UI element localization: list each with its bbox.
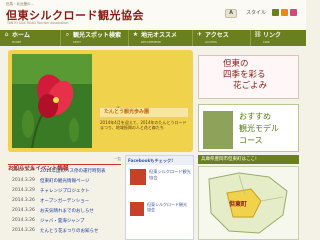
facebook-post-avatar[interactable] (130, 202, 144, 216)
news-date: 2014.3.26 (12, 228, 35, 233)
news-title[interactable]: オープンガーデンショー (40, 198, 120, 204)
nav-label: 観光スポット検索 (73, 32, 122, 39)
banner-title-1: おすすめ (239, 112, 271, 121)
facebook-post-name[interactable]: 但東シルクロード観光協会 (147, 202, 190, 212)
hero-label: たんとう観光歩み園 (100, 108, 188, 117)
news-title[interactable]: ジャバ・雲海ジャンプ (40, 218, 120, 224)
nav-sub: HOME (12, 40, 22, 44)
location-heading: 兵庫県豊岡市但東町はここ! (198, 155, 299, 164)
news-item[interactable]: 2014.3.29 チャレンジプロジェクト (8, 187, 121, 196)
nav-label: アクセス (205, 32, 229, 39)
car-icon: ✈ (196, 31, 203, 38)
news-title[interactable]: チャレンジプロジェクト (40, 188, 120, 194)
nav-sub: LINK (263, 40, 270, 44)
nav-sub: RECOMMEND (141, 40, 162, 44)
news-section: お知らせ＆イベント情報 一覧 2014.3.29 2014年度のバス停の運行時刻… (8, 155, 121, 240)
nav-sub: SPOT (73, 40, 81, 44)
nav-item-spot[interactable]: ⌕ 観光スポット検索 SPOT (60, 30, 128, 46)
news-item[interactable]: 2014.3.26 お天気晴れまでのおしらせ (8, 207, 121, 216)
nav-item-recommend[interactable]: ★ 地元オススメ RECOMMEND (128, 30, 192, 46)
home-icon: ⌂ (4, 31, 9, 38)
banner-title-1: 但東の (223, 59, 249, 69)
news-title[interactable]: 2014年度のバス停の運行時刻表 (40, 168, 120, 174)
news-title[interactable]: 但東町の観光情報ページ (40, 178, 120, 184)
news-item[interactable]: 2014.3.29 2014年度のバス停の運行時刻表 (8, 167, 121, 176)
style-label: スタイル (246, 10, 267, 16)
facebook-page-name[interactable]: 但東シルクロード観光協会 (149, 169, 193, 180)
banner-title-2: 四季を彩る (223, 70, 266, 80)
news-date: 2014.3.29 (12, 178, 35, 183)
map-label: 但東町 (229, 201, 248, 208)
hero-text: 2014年4月を迎えて、2014年のたんとうロードまつり、地域振興の人と花と森た… (100, 120, 187, 131)
star-icon: ★ (132, 31, 139, 38)
news-date: 2014.3.26 (12, 208, 35, 213)
hero-flower-image (12, 54, 92, 148)
text-size-button[interactable]: A (225, 9, 237, 18)
model-course-banner[interactable]: おすすめ 観光モデル コース (198, 104, 299, 152)
news-title[interactable]: たんとう花まつりのお知らせ (40, 228, 120, 234)
banner-title-3: コース (239, 136, 263, 145)
news-more-link[interactable]: 一覧 (114, 157, 121, 162)
model-course-photo (203, 111, 233, 149)
search-icon: ⌕ (65, 31, 70, 38)
facebook-heading: Facebookもチェック! (126, 156, 193, 165)
link-icon: ⛓ (254, 31, 262, 38)
seasonal-flowers-banner[interactable]: 但東の 四季を彩る 花ごよみ (198, 55, 299, 99)
news-header: お知らせ＆イベント情報 一覧 (8, 155, 121, 172)
style-swatch-green[interactable] (272, 9, 279, 16)
news-date: 2014.3.26 (12, 198, 35, 203)
main-nav: ⌂ ホーム HOME ⌕ 観光スポット検索 SPOT ★ 地元オススメ RECO… (0, 30, 306, 46)
nav-item-access[interactable]: ✈ アクセス ACCESS (192, 30, 250, 46)
site-header: 但馬・北近畿の… 但東シルクロード観光協会 TANTO SILK ROAD To… (0, 0, 306, 30)
facebook-page-avatar[interactable] (130, 169, 146, 185)
nav-label: リンク (263, 32, 282, 39)
location-map[interactable]: 但東町 (198, 166, 299, 240)
facebook-post: 但東シルクロード観光協会 (130, 202, 190, 234)
style-swatch-pink[interactable] (290, 9, 297, 16)
banner-title-3: 花ごよみ (233, 81, 268, 91)
news-title[interactable]: お天気晴れまでのおしらせ (40, 208, 120, 214)
location-section: 兵庫県豊岡市但東町はここ! 但東町 (198, 155, 299, 240)
news-date: 2014.3.29 (12, 188, 35, 193)
nav-item-link[interactable]: ⛓ リンク LINK (250, 30, 306, 46)
news-item[interactable]: 2014.3.26 ジャバ・雲海ジャンプ (8, 217, 121, 226)
facebook-widget: Facebookもチェック! 但東シルクロード観光協会 但東シルクロード観光協会 (125, 155, 194, 240)
style-swatch-orange[interactable] (281, 9, 288, 16)
nav-item-home[interactable]: ⌂ ホーム HOME (0, 30, 60, 46)
nav-sub: ACCESS (205, 40, 217, 44)
nav-label: ホーム (12, 32, 30, 39)
hero-panel[interactable]: ❦ たんとう観光歩み園 2014年4月を迎えて、2014年のたんとうロードまつり… (8, 50, 193, 152)
news-date: 2014.3.29 (12, 168, 35, 173)
site-subtitle: TANTO SILK ROAD Tourism Association (7, 21, 69, 25)
news-item[interactable]: 2014.3.26 たんとう花まつりのお知らせ (8, 227, 121, 236)
nav-label: 地元オススメ (141, 32, 178, 39)
news-date: 2014.3.26 (12, 218, 35, 223)
news-item[interactable]: 2014.3.26 オープンガーデンショー (8, 197, 121, 206)
news-item[interactable]: 2014.3.29 但東町の観光情報ページ (8, 177, 121, 186)
banner-title-2: 観光モデル (239, 124, 279, 133)
